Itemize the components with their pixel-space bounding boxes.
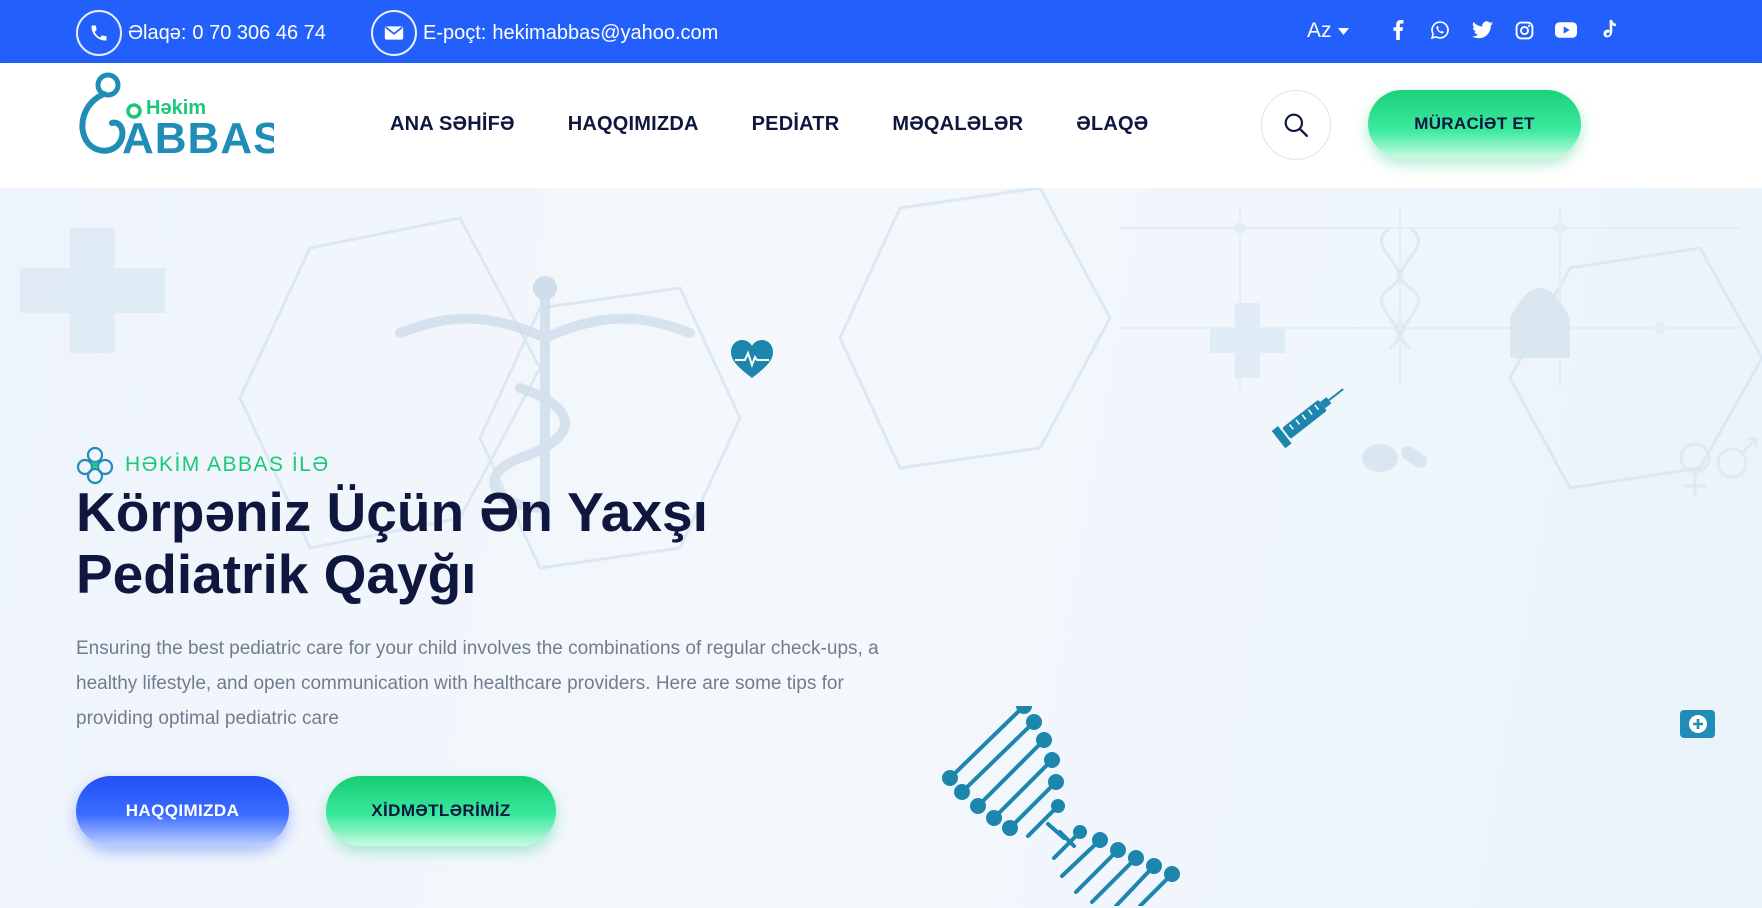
main-menu: ANA SƏHİFƏ HAQQIMIZDA PEDİATR MƏQALƏLƏR … (390, 113, 1149, 136)
syringe-icon (1271, 388, 1344, 449)
about-us-button[interactable]: HAQQIMIZDA (76, 776, 289, 846)
hero-title-line1: Körpəniz Üçün Ən Yaxşı (76, 481, 708, 543)
main-navbar: Həkim ABBAS ANA SƏHİFƏ HAQQIMIZDA PEDİAT… (0, 63, 1762, 188)
envelope-icon (371, 10, 417, 56)
site-logo[interactable]: Həkim ABBAS (74, 67, 282, 167)
floating-plus-button[interactable] (1680, 710, 1715, 738)
language-value[interactable]: Az (1307, 19, 1332, 43)
plus-circle-icon (1688, 715, 1707, 733)
youtube-icon[interactable] (1555, 19, 1577, 41)
email-address[interactable]: hekimabbas@yahoo.com (492, 22, 718, 45)
caret-down-icon (1337, 27, 1349, 35)
email-label: E-poçt: (423, 21, 487, 44)
phone-number[interactable]: 0 70 306 46 74 (192, 22, 325, 45)
apply-button[interactable]: MÜRACİƏT ET (1368, 90, 1581, 158)
language-selector[interactable]: Az (1307, 19, 1349, 43)
logo-main-text: ABBAS (122, 114, 274, 163)
whatsapp-icon[interactable] (1429, 19, 1451, 41)
hero-tagline: HƏKİM ABBAS İLƏ (75, 445, 330, 485)
services-button[interactable]: XİDMƏTLƏRİMİZ (326, 776, 556, 846)
phone-label: Əlaqə: (128, 21, 187, 44)
dna-helix-icon (942, 706, 1180, 906)
search-button[interactable] (1261, 90, 1331, 160)
search-icon (1284, 113, 1309, 138)
twitter-icon[interactable] (1471, 19, 1493, 41)
hero-title: Körpəniz Üçün Ən Yaxşı Pediatrik Qayğı (76, 481, 816, 605)
hero-section: HƏKİM ABBAS İLƏ Körpəniz Üçün Ən Yaxşı P… (0, 188, 1762, 908)
instagram-icon[interactable] (1513, 19, 1535, 41)
nav-item-pediatrician[interactable]: PEDİATR (752, 113, 840, 136)
facebook-icon[interactable] (1387, 19, 1409, 41)
heart-pulse-icon (731, 340, 773, 378)
nav-item-articles[interactable]: MƏQALƏLƏR (892, 113, 1023, 136)
phone-contact[interactable]: Əlaqə: 0 70 306 46 74 (76, 10, 326, 56)
hero-title-line2: Pediatrik Qayğı (76, 543, 477, 605)
hero-description: Ensuring the best pediatric care for you… (76, 638, 879, 729)
social-links (1387, 19, 1619, 41)
email-contact[interactable]: E-poçt: hekimabbas@yahoo.com (371, 10, 718, 56)
nav-item-about[interactable]: HAQQIMIZDA (568, 113, 699, 136)
top-bar: Əlaqə: 0 70 306 46 74 E-poçt: hekimabbas… (0, 0, 1762, 63)
tiktok-icon[interactable] (1597, 19, 1619, 41)
phone-icon (76, 10, 122, 56)
stethoscope-flower-icon (76, 446, 114, 485)
hero-tagline-text: HƏKİM ABBAS İLƏ (125, 453, 330, 476)
nav-item-home[interactable]: ANA SƏHİFƏ (390, 113, 515, 136)
nav-item-contact[interactable]: ƏLAQƏ (1076, 113, 1148, 136)
